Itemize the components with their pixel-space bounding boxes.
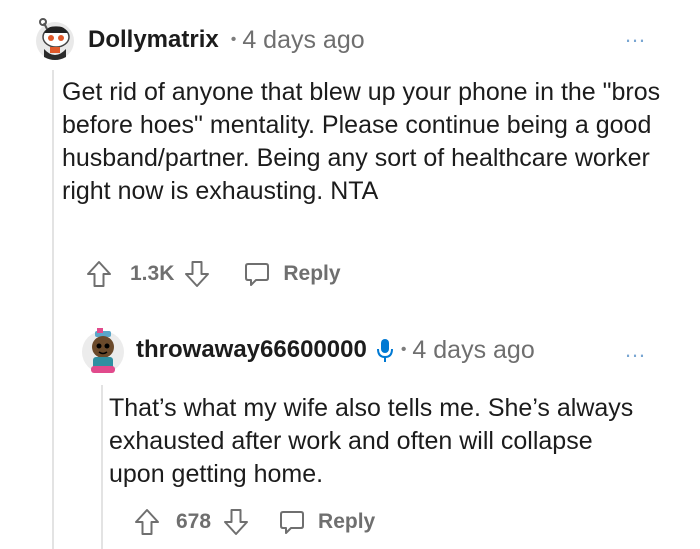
- reply-more-options-icon[interactable]: …: [624, 339, 647, 361]
- downvote-button[interactable]: [184, 260, 210, 288]
- reply-upvote-button[interactable]: [134, 508, 160, 536]
- thread-line-root[interactable]: [52, 70, 54, 549]
- comment-bubble-icon: [245, 263, 270, 286]
- reply-downvote-button[interactable]: [223, 508, 249, 536]
- comment-actions: 1.3K Reply: [86, 258, 341, 290]
- microphone-icon: [376, 339, 393, 362]
- upvote-arrow-icon: [87, 261, 111, 287]
- thread-line-reply[interactable]: [101, 385, 103, 549]
- reply-actions: 678 Reply: [134, 506, 375, 538]
- reply-timestamp[interactable]: 4 days ago: [412, 336, 534, 365]
- upvote-button[interactable]: [86, 260, 112, 288]
- separator-dot: •: [230, 31, 237, 48]
- reply-vote-count: 678: [176, 510, 212, 533]
- comment-bubble-icon: [280, 511, 305, 534]
- avatar[interactable]: [34, 17, 76, 63]
- reply-header: throwaway66600000 • 4 days ago: [80, 325, 535, 375]
- reply-button[interactable]: Reply: [244, 261, 341, 287]
- comment-username[interactable]: Dollymatrix: [88, 26, 219, 54]
- reply-reply-button[interactable]: Reply: [279, 509, 375, 535]
- comment-timestamp[interactable]: 4 days ago: [242, 26, 364, 55]
- reply-body: That’s what my wife also tells me. She’s…: [109, 394, 634, 488]
- separator-dot: •: [400, 341, 407, 358]
- upvote-arrow-icon: [135, 509, 159, 535]
- comment-header: Dollymatrix • 4 days ago: [34, 14, 365, 66]
- comment-body: Get rid of anyone that blew up your phon…: [62, 78, 661, 205]
- downvote-arrow-icon: [224, 509, 249, 535]
- downvote-arrow-icon: [185, 261, 210, 287]
- reply-username[interactable]: throwaway66600000: [136, 336, 367, 364]
- vote-count: 1.3K: [130, 262, 175, 285]
- reply-avatar[interactable]: [80, 325, 126, 375]
- more-options-icon[interactable]: …: [624, 24, 647, 46]
- reply-label: Reply: [318, 510, 376, 533]
- reply-label: Reply: [283, 262, 341, 285]
